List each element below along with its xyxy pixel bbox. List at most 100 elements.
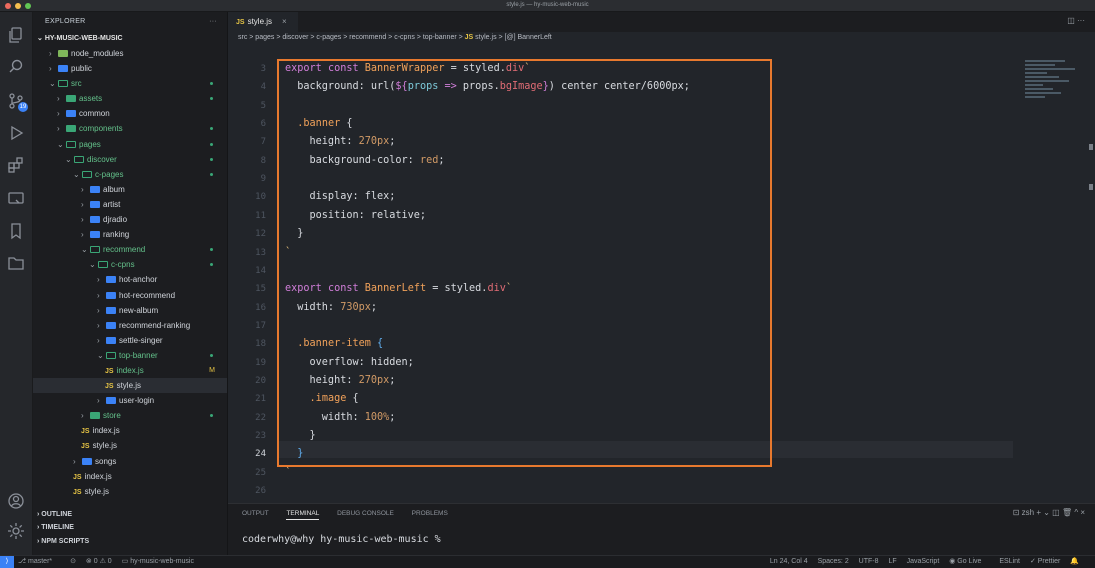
- go-live-button[interactable]: ◉ Go Live: [949, 558, 989, 565]
- tree-item-label: c-cpns: [111, 260, 135, 270]
- folder-icon: [90, 216, 100, 224]
- encoding[interactable]: UTF-8: [859, 558, 879, 565]
- section-outline[interactable]: › OUTLINE: [33, 508, 72, 521]
- tree-item-label: index.js: [92, 426, 120, 436]
- tree-folder[interactable]: › new-album: [33, 303, 227, 318]
- code-text: }: [297, 448, 304, 460]
- folder-label[interactable]: ▭ hy-music-web-music: [122, 558, 202, 565]
- tab-debug-console[interactable]: DEBUG CONSOLE: [337, 510, 394, 517]
- chevron-right-icon: ›: [97, 305, 100, 315]
- trash-icon[interactable]: 🗑: [1062, 508, 1074, 517]
- js-file-icon: JS: [73, 488, 82, 496]
- tree-folder[interactable]: › hot-recommend: [33, 288, 227, 303]
- breadcrumb-symbol[interactable]: > [@] BannerLeft: [497, 34, 552, 41]
- indentation[interactable]: Spaces: 2: [818, 558, 849, 565]
- settings-gear-icon[interactable]: [7, 522, 25, 540]
- tree-file[interactable]: JS style.js: [33, 484, 227, 499]
- split-editor-icon[interactable]: ◫ ···: [1067, 16, 1085, 25]
- account-icon[interactable]: [7, 492, 25, 510]
- tree-folder[interactable]: ⌄ recommend: [33, 242, 227, 257]
- remote-explorer-icon[interactable]: [7, 190, 25, 208]
- tree-folder[interactable]: ⌄ discover: [33, 152, 227, 167]
- tree-folder[interactable]: ⌄ src: [33, 76, 227, 91]
- breadcrumb[interactable]: src > pages > discover > c-pages > recom…: [228, 32, 1095, 44]
- tree-folder[interactable]: ⌄ top-banner: [33, 348, 227, 363]
- more-icon[interactable]: ···: [209, 12, 217, 32]
- tree-item-label: settle-singer: [119, 335, 163, 345]
- js-file-icon: JS: [236, 19, 245, 26]
- sync-icon[interactable]: ⊙: [70, 558, 76, 565]
- tree-folder[interactable]: › songs: [33, 454, 227, 469]
- tree-folder[interactable]: ⌄ c-pages: [33, 167, 227, 182]
- chevron-right-icon: ›: [97, 290, 100, 300]
- extensions-icon[interactable]: [7, 156, 25, 174]
- files-icon[interactable]: [7, 26, 25, 44]
- tree-folder[interactable]: ⌄ c-cpns: [33, 257, 227, 272]
- terminal-prompt[interactable]: coderwhy@why hy-music-web-music %: [242, 534, 441, 545]
- folder-icon: [82, 170, 92, 178]
- explorer-sidebar: EXPLORER ··· ⌄ HY-MUSIC-WEB-MUSIC › node_…: [33, 12, 228, 555]
- tree-item-label: components: [79, 124, 123, 134]
- tree-folder[interactable]: › recommend-ranking: [33, 318, 227, 333]
- line-number: 15: [255, 284, 266, 295]
- tree-folder[interactable]: › common: [33, 106, 227, 121]
- tree-file[interactable]: JS index.js: [33, 423, 227, 438]
- tree-file[interactable]: JS style.js: [33, 378, 227, 394]
- tree-folder[interactable]: › components: [33, 121, 227, 136]
- folder-icon[interactable]: [7, 254, 25, 272]
- prettier-status[interactable]: ✓ Prettier: [1030, 558, 1060, 565]
- git-status-dot: [210, 82, 213, 86]
- bookmark-icon[interactable]: [7, 222, 25, 240]
- tree-folder[interactable]: › artist: [33, 197, 227, 212]
- vertical-scrollbar[interactable]: [1087, 60, 1095, 503]
- cursor-position[interactable]: Ln 24, Col 4: [770, 558, 808, 565]
- line-ending[interactable]: LF: [888, 558, 896, 565]
- tree-folder[interactable]: › store: [33, 408, 227, 423]
- breadcrumb-file[interactable]: style.js: [475, 34, 496, 41]
- split-terminal-icon[interactable]: ◫: [1052, 508, 1062, 517]
- remote-indicator-icon[interactable]: ⟩: [0, 556, 14, 568]
- tree-item-label: album: [103, 184, 125, 194]
- tree-folder[interactable]: ⌄ pages: [33, 137, 227, 152]
- tree-folder[interactable]: › settle-singer: [33, 333, 227, 348]
- tree-file[interactable]: JS index.js: [33, 469, 227, 484]
- tree-item-label: store: [103, 411, 121, 421]
- add-terminal-icon[interactable]: + ⌄: [1034, 508, 1052, 517]
- tree-folder[interactable]: › node_modules: [33, 46, 227, 61]
- section-npm-scripts[interactable]: › NPM SCRIPTS: [33, 535, 89, 548]
- tree-folder[interactable]: › assets: [33, 91, 227, 106]
- tree-folder[interactable]: › ranking: [33, 227, 227, 242]
- tree-folder[interactable]: › djradio: [33, 212, 227, 227]
- terminal-controls[interactable]: ⊡ zsh + ⌄ ◫ 🗑 ^ ×: [1013, 508, 1085, 517]
- tree-item-label: style.js: [116, 381, 142, 391]
- breadcrumb-path[interactable]: src > pages > discover > c-pages > recom…: [238, 34, 465, 41]
- search-icon[interactable]: [7, 58, 25, 76]
- terminal-shell[interactable]: zsh: [1022, 508, 1034, 517]
- git-branch[interactable]: ⎇ master*: [18, 558, 60, 565]
- tree-file[interactable]: JS style.js: [33, 438, 227, 453]
- tab-terminal[interactable]: TERMINAL: [286, 510, 320, 520]
- code-text: overflow: hidden;: [285, 356, 414, 368]
- run-debug-icon[interactable]: [7, 124, 25, 142]
- problems-count[interactable]: ⊗ 0 ⚠ 0: [86, 558, 112, 565]
- tab-style-js[interactable]: JS style.js ×: [228, 12, 298, 32]
- eslint-status[interactable]: ESLint: [999, 558, 1020, 565]
- close-tab-icon[interactable]: ×: [282, 17, 287, 26]
- tree-folder[interactable]: › album: [33, 182, 227, 197]
- source-control-icon[interactable]: 19: [7, 92, 28, 112]
- minimap[interactable]: [1025, 60, 1085, 150]
- language-mode[interactable]: JavaScript: [907, 558, 940, 565]
- folder-icon: [106, 351, 116, 359]
- code-editor[interactable]: 3 export const BannerWrapper = styled.div…: [228, 60, 1095, 514]
- tree-file[interactable]: JS index.js M: [33, 363, 227, 378]
- tab-problems[interactable]: PROBLEMS: [412, 510, 448, 517]
- tree-folder[interactable]: › user-login: [33, 393, 227, 408]
- section-timeline[interactable]: › TIMELINE: [33, 521, 74, 534]
- tree-folder[interactable]: › public: [33, 61, 227, 76]
- close-panel-icon[interactable]: ×: [1080, 508, 1085, 517]
- tree-folder[interactable]: › hot-anchor: [33, 272, 227, 287]
- chevron-right-icon: ›: [97, 320, 100, 330]
- notifications-icon[interactable]: 🔔: [1070, 558, 1079, 565]
- workspace-root[interactable]: ⌄ HY-MUSIC-WEB-MUSIC: [33, 32, 227, 46]
- tab-output[interactable]: OUTPUT: [242, 510, 269, 517]
